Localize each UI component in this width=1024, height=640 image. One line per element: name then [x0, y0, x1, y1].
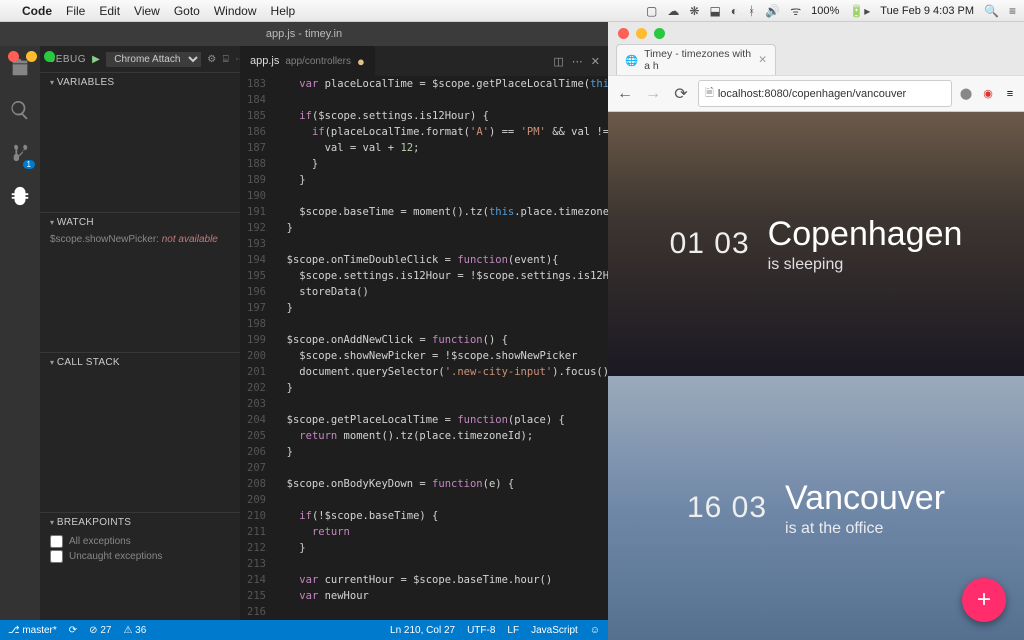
bp-checkbox[interactable] [50, 550, 63, 563]
activity-bar [0, 46, 40, 620]
minimize-window-icon[interactable] [26, 51, 37, 62]
menu-edit[interactable]: Edit [99, 4, 120, 18]
menu-view[interactable]: View [134, 4, 160, 18]
cloud-icon[interactable]: ☁ [667, 4, 679, 18]
gear-icon[interactable]: ⚙ [207, 54, 216, 65]
close-editor-icon[interactable]: ✕ [591, 55, 600, 68]
minimize-window-icon[interactable] [636, 28, 647, 39]
errors-count[interactable]: ⊘ 27 [89, 625, 111, 636]
city-time: 01 03 [670, 227, 750, 261]
menu-window[interactable]: Window [214, 4, 257, 18]
watch-section[interactable]: WATCH [40, 213, 240, 232]
warnings-count[interactable]: ⚠ 36 [123, 625, 146, 636]
site-info-icon[interactable]: 🗎 [705, 84, 714, 103]
encoding[interactable]: UTF-8 [467, 625, 495, 636]
breakpoints-section[interactable]: BREAKPOINTS [40, 513, 240, 532]
status-bar: ⎇ master* ⟳ ⊘ 27 ⚠ 36 Ln 210, Col 27 UTF… [0, 620, 608, 640]
debug-config-select[interactable]: Chrome Attach [106, 52, 201, 67]
cursor-position[interactable]: Ln 210, Col 27 [390, 625, 455, 636]
reload-icon[interactable]: ⟳ [670, 83, 692, 105]
menu-help[interactable]: Help [271, 4, 296, 18]
bluetooth-icon[interactable]: ᚼ [748, 4, 755, 18]
search-icon[interactable] [9, 99, 31, 124]
editor-tab[interactable]: app.js app/controllers ● [240, 46, 376, 76]
timer-icon[interactable]: ◐ [731, 4, 738, 18]
console-icon[interactable]: ⌸ [223, 54, 230, 65]
vscode-titlebar: app.js - timey.in [0, 22, 608, 46]
city-panel-copenhagen[interactable]: 01 03 Copenhagen is sleeping [608, 112, 1024, 376]
split-editor-icon[interactable]: ◫ [553, 55, 563, 68]
eol[interactable]: LF [507, 625, 519, 636]
git-branch[interactable]: ⎇ master* [8, 625, 57, 636]
menu-file[interactable]: File [66, 4, 85, 18]
city-status: is at the office [785, 520, 945, 538]
bp-checkbox[interactable] [50, 535, 63, 548]
battery-percent[interactable]: 100% [811, 5, 839, 17]
chrome-menu-icon[interactable]: ≡ [1002, 86, 1018, 102]
macos-menubar: Code File Edit View Goto Window Help ▢ ☁… [0, 0, 1024, 22]
variables-section[interactable]: VARIABLES [40, 73, 240, 92]
tab-path: app/controllers [285, 56, 351, 67]
add-city-button[interactable]: + [962, 578, 1006, 622]
menubar-clock[interactable]: Tue Feb 9 4:03 PM [880, 5, 974, 17]
vscode-window: app.js - timey.in DEBUG ▶ Chrome Attach … [0, 22, 608, 640]
language-mode[interactable]: JavaScript [531, 625, 578, 636]
forward-icon[interactable]: → [642, 83, 664, 105]
city-name: Copenhagen [768, 215, 963, 254]
tab-title: Timey - timezones with a h [644, 48, 752, 72]
source-control-icon[interactable] [9, 142, 31, 167]
battery-icon[interactable]: 🔋▸ [849, 4, 870, 18]
editor-area: app.js app/controllers ● ◫ ⋯ ✕ 183 184 1… [240, 46, 608, 620]
callstack-section[interactable]: CALL STACK [40, 353, 240, 372]
watch-expression[interactable]: $scope.showNewPicker: [50, 234, 159, 245]
start-debug-icon[interactable]: ▶ [92, 54, 100, 65]
address-bar[interactable]: 🗎 localhost:8080/copenhagen/vancouver [698, 80, 952, 107]
window-title: app.js - timey.in [266, 28, 342, 40]
spotlight-icon[interactable]: 🔍 [984, 4, 999, 18]
close-tab-icon[interactable]: ✕ [758, 54, 767, 66]
sync-icon[interactable]: ⟳ [69, 625, 77, 636]
zoom-window-icon[interactable] [44, 51, 55, 62]
watch-value: not available [162, 234, 218, 245]
zoom-window-icon[interactable] [654, 28, 665, 39]
browser-tab[interactable]: 🌐 Timey - timezones with a h ✕ [616, 44, 776, 75]
more-actions-icon[interactable]: ⋯ [572, 55, 583, 68]
airplay-icon[interactable]: ▢ [646, 4, 657, 18]
extension-icon[interactable]: ⬤ [958, 86, 974, 102]
breakpoint-item[interactable]: Uncaught exceptions [50, 549, 230, 564]
favicon-icon: 🌐 [625, 54, 638, 67]
tab-filename: app.js [250, 55, 279, 67]
city-time: 16 03 [687, 491, 767, 525]
close-window-icon[interactable] [618, 28, 629, 39]
timey-app: 01 03 Copenhagen is sleeping 16 03 Vanco… [608, 112, 1024, 640]
code-editor[interactable]: 183 184 185 186 187 188 189 190 191 192 … [240, 76, 608, 620]
wifi-icon[interactable]: ᯤ [790, 2, 801, 19]
app-name[interactable]: Code [22, 4, 52, 18]
city-status: is sleeping [768, 256, 963, 274]
notification-center-icon[interactable]: ≡ [1009, 4, 1016, 18]
extension-icon[interactable]: ◉ [980, 86, 996, 102]
breakpoint-item[interactable]: All exceptions [50, 534, 230, 549]
city-name: Vancouver [785, 479, 945, 518]
volume-icon[interactable]: 🔊 [765, 4, 780, 18]
url-text: localhost:8080/copenhagen/vancouver [718, 88, 906, 100]
editor-tabbar: app.js app/controllers ● ◫ ⋯ ✕ [240, 46, 608, 76]
back-icon[interactable]: ← [614, 83, 636, 105]
dirty-indicator-icon: ● [357, 54, 365, 69]
debug-icon[interactable] [9, 185, 31, 210]
menu-goto[interactable]: Goto [174, 4, 200, 18]
browser-window: 🌐 Timey - timezones with a h ✕ ← → ⟳ 🗎 l… [608, 22, 1024, 640]
feedback-icon[interactable]: ☺ [590, 625, 600, 636]
close-window-icon[interactable] [8, 51, 19, 62]
debug-sidebar: DEBUG ▶ Chrome Attach ⚙ ⌸ ⋯ VARIABLES WA… [40, 46, 240, 620]
dropbox-icon[interactable]: ⬓ [709, 4, 720, 18]
evernote-icon[interactable]: ❋ [689, 4, 699, 18]
